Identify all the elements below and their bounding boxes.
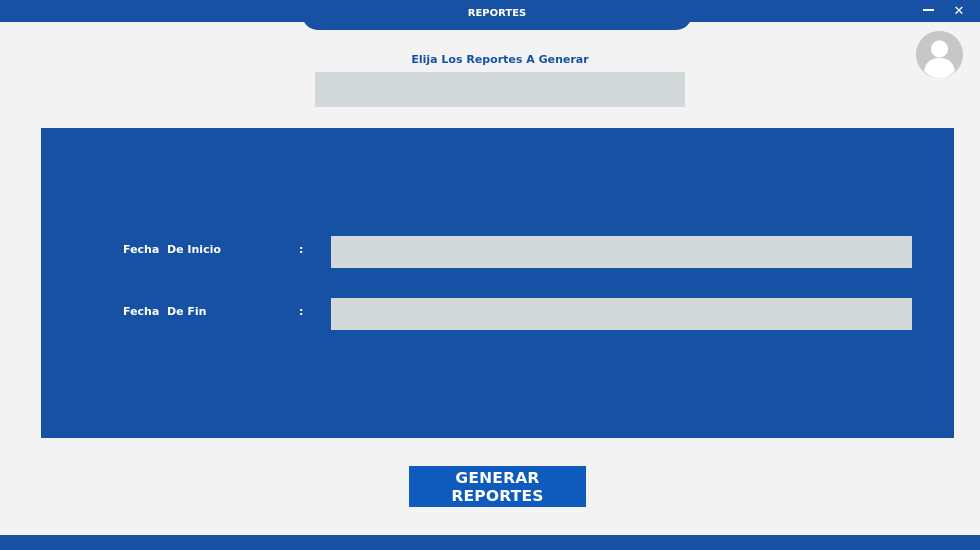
start-date-input[interactable] [331, 236, 912, 268]
minimize-icon [922, 9, 934, 11]
minimize-button[interactable] [916, 0, 940, 22]
start-date-label: Fecha De Inicio [123, 243, 221, 256]
user-silhouette-icon [916, 31, 963, 78]
end-date-input[interactable] [331, 298, 912, 330]
generate-reports-button[interactable]: GENERAR REPORTES [409, 466, 586, 507]
report-type-select[interactable] [315, 72, 685, 107]
end-date-colon: : [299, 305, 304, 318]
end-date-label: Fecha De Fin [123, 305, 207, 318]
report-select-title: Elija Los Reportes A Generar [411, 53, 589, 66]
start-date-colon: : [299, 243, 304, 256]
user-avatar-icon[interactable] [916, 31, 963, 78]
bottom-bar [0, 535, 980, 550]
window-title: REPORTES [302, 0, 692, 30]
close-icon: ✕ [953, 3, 965, 19]
window-title-text: REPORTES [467, 8, 527, 19]
date-range-panel: Fecha De Inicio : Fecha De Fin : [41, 128, 954, 438]
close-button[interactable]: ✕ [947, 0, 971, 22]
